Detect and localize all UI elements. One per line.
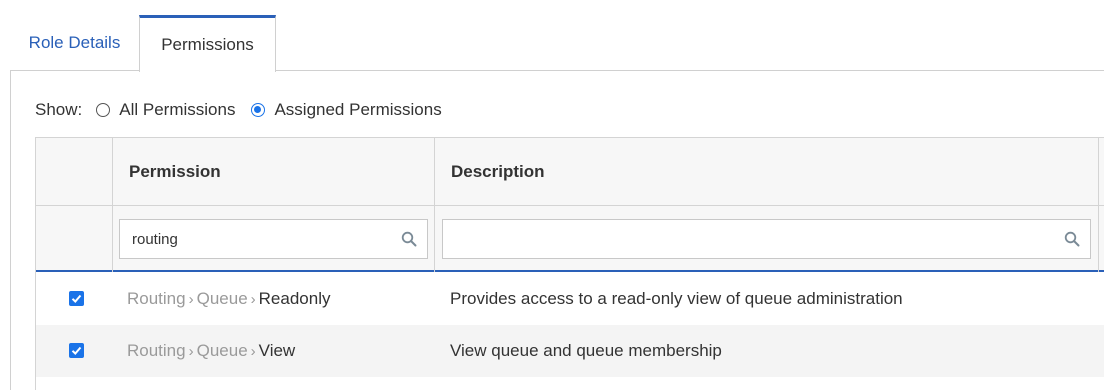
column-header-permission[interactable]: Permission — [113, 138, 435, 206]
column-header-description[interactable]: Description — [435, 138, 1099, 206]
search-icon[interactable] — [1064, 231, 1080, 247]
search-icon[interactable] — [401, 231, 417, 247]
show-filter: Show: All Permissions Assigned Permissio… — [35, 98, 458, 122]
chevron-right-icon: › — [188, 342, 194, 360]
checkmark-icon — [71, 346, 82, 355]
permission-filter-input[interactable] — [119, 219, 428, 259]
permission-entity: Queue — [196, 341, 248, 360]
row-checkbox[interactable] — [69, 291, 84, 306]
show-label: Show: — [35, 100, 83, 119]
permission-cell: Routing › Queue › View — [127, 325, 295, 377]
permission-cell: Routing › Queue › Readonly — [127, 273, 330, 325]
radio-button[interactable] — [96, 103, 111, 117]
column-divider — [434, 138, 435, 272]
column-divider — [112, 138, 113, 272]
radio-all-permissions[interactable]: All Permissions — [96, 100, 235, 120]
radio-button-selected[interactable] — [251, 103, 266, 117]
panel-border — [10, 70, 11, 390]
radio-label: Assigned Permissions — [274, 100, 442, 119]
table-row[interactable]: Routing › Queue › View View queue and qu… — [36, 325, 1104, 377]
description-filter-input[interactable] — [442, 219, 1091, 259]
permission-domain: Routing — [127, 289, 186, 308]
chevron-right-icon: › — [250, 290, 256, 308]
chevron-right-icon: › — [188, 290, 194, 308]
column-divider — [1098, 138, 1099, 272]
tab-role-details[interactable]: Role Details — [10, 15, 139, 71]
chevron-right-icon: › — [250, 342, 256, 360]
grid-header: Permission Description — [36, 138, 1104, 206]
permission-domain: Routing — [127, 341, 186, 360]
tab-permissions[interactable]: Permissions — [139, 15, 276, 72]
checkmark-icon — [71, 294, 82, 303]
permission-action: View — [258, 341, 296, 360]
radio-assigned-permissions[interactable]: Assigned Permissions — [251, 100, 442, 120]
row-checkbox[interactable] — [69, 343, 84, 358]
permission-action: Readonly — [258, 289, 331, 308]
table-row[interactable]: Routing › Queue › Readonly Provides acce… — [36, 273, 1104, 325]
permission-entity: Queue — [196, 289, 248, 308]
radio-label: All Permissions — [119, 100, 236, 119]
description-cell: Provides access to a read-only view of q… — [450, 289, 903, 308]
tab-bar: Role Details Permissions — [0, 0, 1104, 72]
description-cell: View queue and queue membership — [450, 341, 722, 360]
filter-row — [36, 206, 1104, 272]
permissions-grid: Permission Description Routing › Queue ›… — [35, 137, 1104, 390]
